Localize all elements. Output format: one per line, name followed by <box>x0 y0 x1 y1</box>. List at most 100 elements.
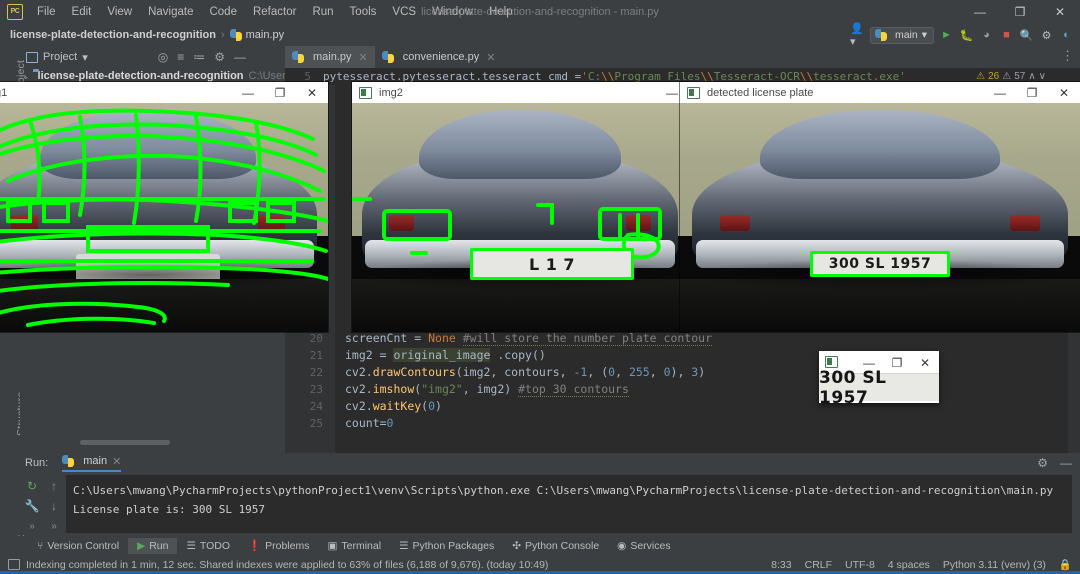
cv-window-img2-titlebar[interactable]: img2 — <box>352 82 688 103</box>
tool-button-problems[interactable]: ❗ Problems <box>239 537 318 554</box>
run-tool-header-icons: ⚙ — <box>1037 453 1072 473</box>
gear-icon[interactable]: ⚙ <box>1039 28 1054 43</box>
cv-window-detected-plate-titlebar[interactable]: detected license plate — ❐ ✕ <box>680 82 1080 103</box>
indent-setting[interactable]: 4 spaces <box>888 559 930 571</box>
minimize-button[interactable]: — <box>984 82 1016 103</box>
more-actions-icon[interactable]: » <box>22 517 42 535</box>
run-icon[interactable]: ► <box>939 28 954 43</box>
plate-result-body: 300 SL 1957 <box>819 368 939 408</box>
updates-icon[interactable]: ◐ <box>1059 28 1074 43</box>
code-token: = <box>379 348 394 362</box>
menu-item-window[interactable]: Window <box>424 3 481 21</box>
line-separator[interactable]: CRLF <box>805 559 832 571</box>
close-icon[interactable]: ✕ <box>486 51 495 64</box>
cv-window-img2[interactable]: img2 — L 1 7 <box>352 82 688 332</box>
search-icon[interactable]: 🔍 <box>1019 28 1034 43</box>
code-source[interactable]: cv2.imshow("img2", img2) #top 30 contour… <box>335 381 629 398</box>
lock-icon[interactable]: 🔒 <box>1059 558 1072 571</box>
code-source[interactable]: screenCnt = None #will store the number … <box>335 330 712 347</box>
run-configuration-selector[interactable]: main ▾ <box>869 26 934 44</box>
plate-result-window[interactable]: — ❐ ✕ 300 SL 1957 <box>819 351 939 408</box>
rerun-icon[interactable]: ↻ <box>22 477 42 495</box>
cv-window-detected-plate[interactable]: detected license plate — ❐ ✕ 300 SL 1957 <box>680 82 1080 332</box>
close-icon[interactable]: ✕ <box>359 51 368 64</box>
tree-node-label[interactable]: license-plate-detection-and-recognition <box>38 70 244 82</box>
file-encoding[interactable]: UTF-8 <box>845 559 875 571</box>
close-button[interactable]: ✕ <box>296 82 328 103</box>
scroll-up-icon[interactable]: ↑ <box>44 477 64 495</box>
close-button[interactable]: ✕ <box>1040 0 1080 24</box>
editor-tabs-more-icon[interactable]: ⋮ <box>1061 48 1074 64</box>
tool-button-services[interactable]: ◉ Services <box>608 538 679 554</box>
code-source[interactable]: count=0 <box>335 415 393 432</box>
close-button[interactable]: ✕ <box>1048 82 1080 103</box>
code-source[interactable]: img2 = original_image .copy() <box>335 347 546 364</box>
tool-button-terminal[interactable]: ▣ Terminal <box>318 538 390 554</box>
breadcrumb-file[interactable]: main.py <box>246 29 285 41</box>
menu-item-view[interactable]: View <box>99 3 140 21</box>
menu-item-refactor[interactable]: Refactor <box>245 3 304 21</box>
code-token: cv2. <box>345 365 373 379</box>
wrench-icon[interactable]: 🔧 <box>22 497 42 515</box>
menu-item-tools[interactable]: Tools <box>342 3 385 21</box>
tool-button-run[interactable]: ▶ Run <box>128 537 178 554</box>
maximize-button[interactable]: ❐ <box>1016 82 1048 103</box>
code-source[interactable]: cv2.waitKey(0) <box>335 398 442 415</box>
tool-button-label: Version Control <box>47 539 120 552</box>
plate-result-text: 300 SL 1957 <box>819 367 887 408</box>
collapse-icon[interactable]: ≡ <box>177 50 184 64</box>
coverage-icon[interactable]: ◕ <box>979 28 994 43</box>
tool-button-python-console[interactable]: ✣ Python Console <box>503 538 608 554</box>
run-tab-main[interactable]: main ✕ <box>62 455 122 472</box>
tab-main-py[interactable]: main.py ✕ <box>285 46 375 68</box>
expand-icon[interactable]: ≔ <box>193 50 205 64</box>
horizontal-scrollbar[interactable] <box>80 440 170 445</box>
settings-icon[interactable]: ⚙ <box>214 50 225 64</box>
gear-icon[interactable]: ⚙ <box>1037 456 1048 470</box>
nav-right-toolbar: 👤▾ main ▾ ► 🐛 ◕ ■ 🔍 ⚙ ◐ <box>850 23 1074 48</box>
breadcrumb-project[interactable]: license-plate-detection-and-recognition <box>10 29 216 41</box>
hide-panel-icon[interactable]: — <box>1060 456 1072 470</box>
user-icon[interactable]: 👤▾ <box>850 23 865 48</box>
menu-item-run[interactable]: Run <box>304 3 341 21</box>
cv-window-img1[interactable]: g1 — ❐ ✕ <box>0 82 328 332</box>
python-interpreter[interactable]: Python 3.11 (venv) (3) <box>943 559 1046 571</box>
menu-item-help[interactable]: Help <box>481 3 521 21</box>
menu-item-file[interactable]: File <box>29 3 64 21</box>
contour-overlay-svg <box>0 108 328 327</box>
tab-convenience-py[interactable]: convenience.py ✕ <box>375 46 503 68</box>
code-source[interactable]: cv2.drawContours(img2, contours, -1, (0,… <box>335 364 705 381</box>
run-console-output[interactable]: C:\Users\mwang\PycharmProjects\pythonPro… <box>66 475 1072 533</box>
hide-panel-icon[interactable]: — <box>234 50 246 64</box>
stop-icon[interactable]: ■ <box>999 28 1014 43</box>
maximize-button[interactable]: ❐ <box>264 82 296 103</box>
tool-button-python-packages[interactable]: ☰ Python Packages <box>390 538 503 554</box>
project-panel-title[interactable]: Project ▾ <box>26 51 88 64</box>
code-token: "img2" <box>421 382 463 396</box>
code-token: screenCnt <box>345 331 415 345</box>
exclamation-icon: ❗ <box>248 540 262 552</box>
more-actions-icon-2[interactable]: » <box>44 517 64 535</box>
cv-window-img1-titlebar[interactable]: g1 — ❐ ✕ <box>0 82 328 103</box>
tool-button-version-control[interactable]: ⑂ Version Control <box>28 538 128 554</box>
minimize-button[interactable]: — <box>232 82 264 103</box>
minimize-button[interactable]: — <box>960 0 1000 24</box>
scroll-down-icon[interactable]: ↓ <box>44 497 64 515</box>
code-token: -1 <box>573 365 588 379</box>
menu-item-navigate[interactable]: Navigate <box>140 3 201 21</box>
caret-position[interactable]: 8:33 <box>771 559 791 571</box>
menu-item-vcs[interactable]: VCS <box>384 3 424 21</box>
debug-icon[interactable]: 🐛 <box>959 28 974 43</box>
maximize-button[interactable]: ❐ <box>1000 0 1040 24</box>
opencv-icon <box>359 86 372 99</box>
python-file-icon <box>62 455 75 467</box>
menu-item-code[interactable]: Code <box>201 3 245 21</box>
code-token: , <box>615 365 629 379</box>
locate-icon[interactable]: ◎ <box>158 50 168 64</box>
chevron-down-icon: ▾ <box>82 51 88 64</box>
next-problem-icon[interactable]: ∨ <box>1039 71 1046 82</box>
close-icon[interactable]: ✕ <box>112 455 121 468</box>
prev-problem-icon[interactable]: ∧ <box>1028 71 1035 82</box>
tool-button-todo[interactable]: ☰ TODO <box>177 538 239 554</box>
menu-item-edit[interactable]: Edit <box>64 3 100 21</box>
